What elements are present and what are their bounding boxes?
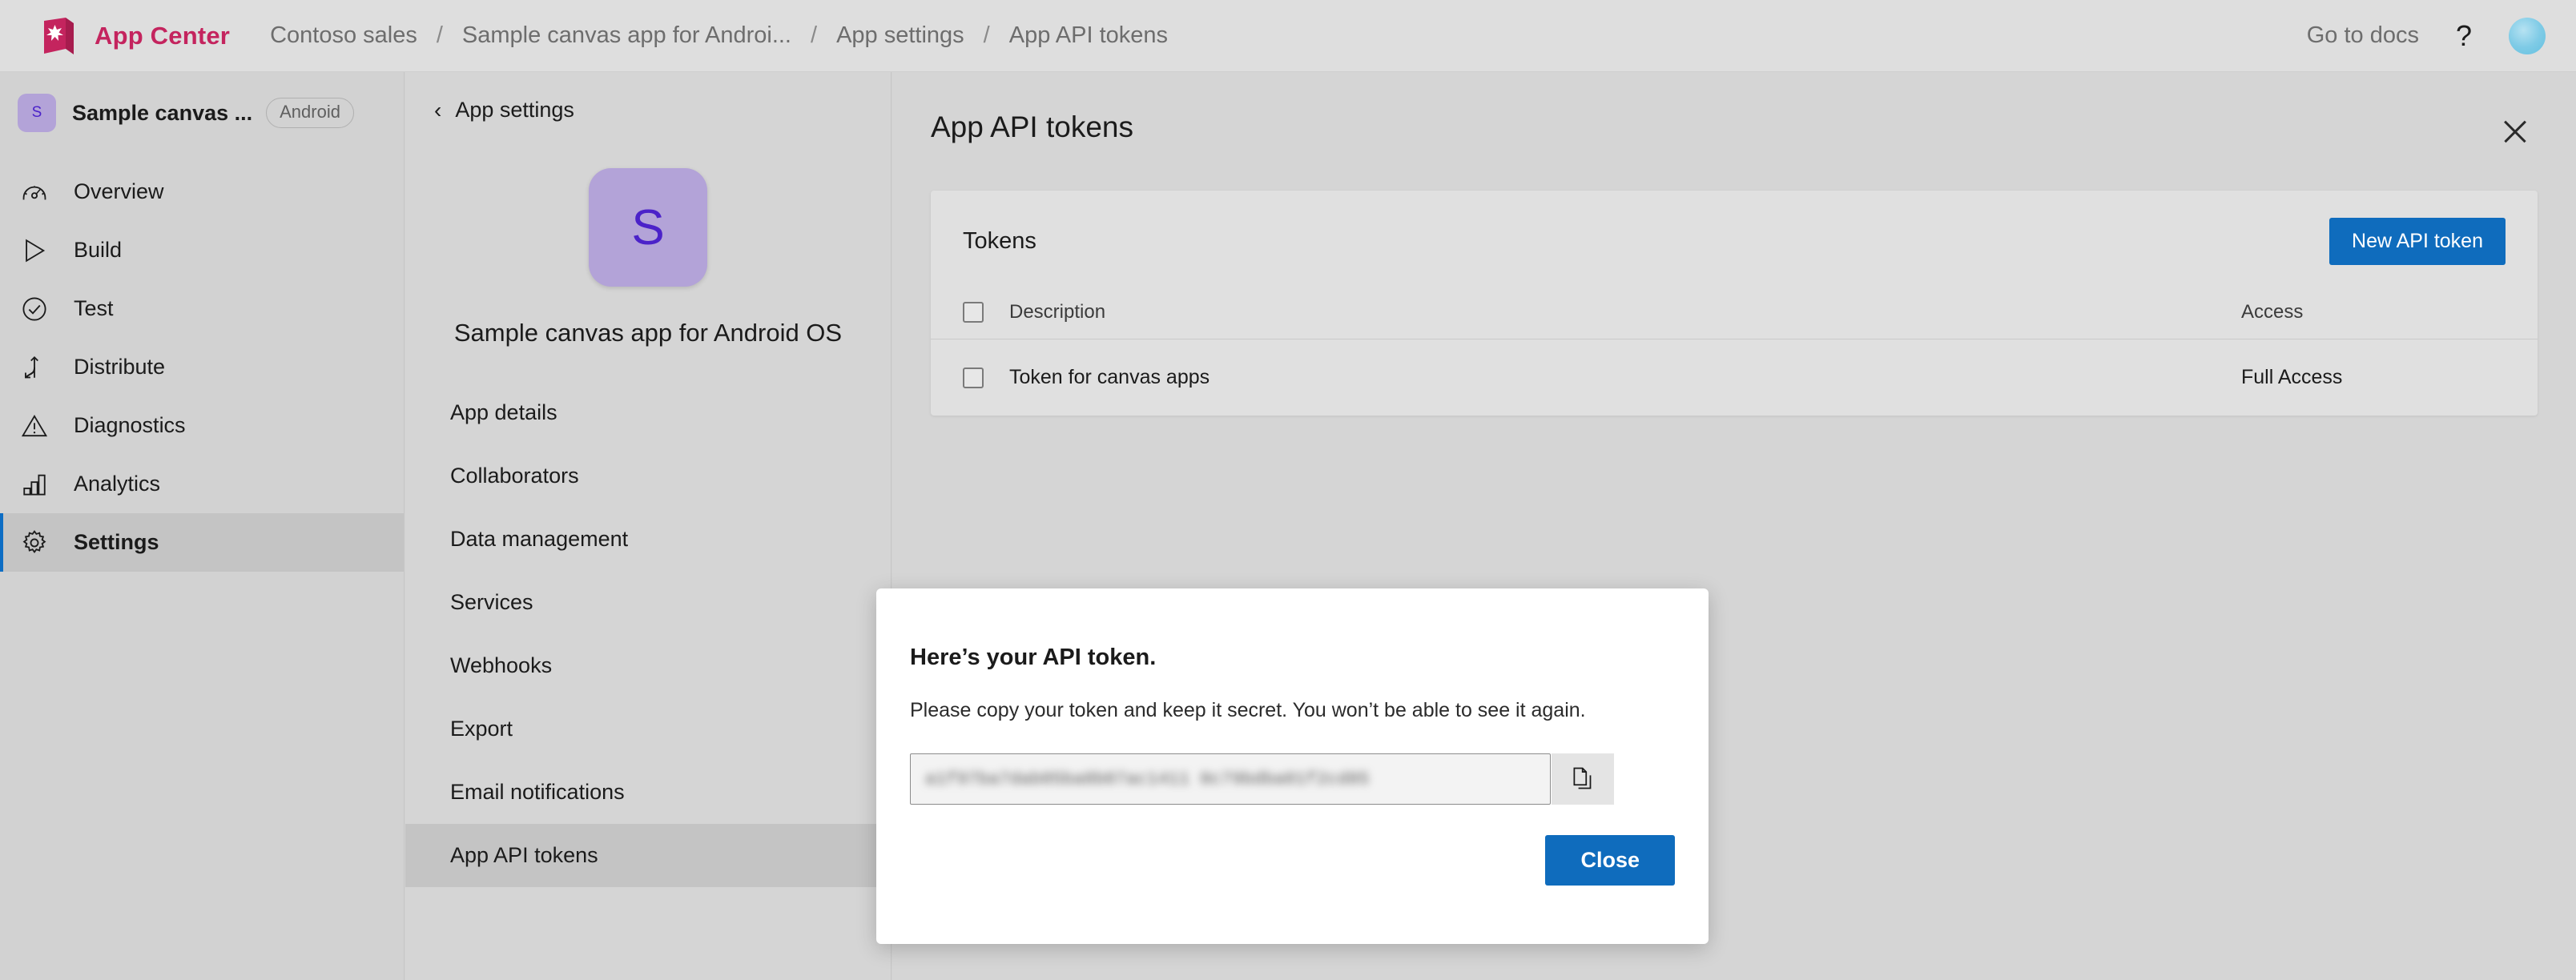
table-row[interactable]: Token for canvas apps Full Access bbox=[931, 339, 2538, 416]
bar-chart-icon bbox=[18, 471, 51, 498]
dialog-title: Here’s your API token. bbox=[910, 645, 1157, 670]
top-bar: App Center Contoso sales / Sample canvas… bbox=[0, 0, 2576, 72]
app-full-name: Sample canvas app for Android OS bbox=[453, 319, 843, 347]
platform-badge: Android bbox=[266, 98, 354, 128]
cell-access: Full Access bbox=[2241, 366, 2343, 388]
breadcrumb: Contoso sales / Sample canvas app for An… bbox=[268, 19, 1169, 52]
sidebar-item-label: Overview bbox=[74, 179, 164, 203]
settings-item-app-details[interactable]: App details bbox=[405, 381, 891, 444]
sidebar-item-diagnostics[interactable]: Diagnostics bbox=[0, 396, 404, 455]
column-header-access: Access bbox=[2241, 301, 2304, 323]
close-icon[interactable] bbox=[2496, 112, 2534, 151]
chevron-left-icon: ‹ bbox=[434, 97, 442, 122]
api-token-dialog: Here’s your API token. Please copy your … bbox=[876, 588, 1709, 944]
settings-item-email-notifications[interactable]: Email notifications bbox=[405, 761, 891, 824]
brand-area[interactable]: App Center bbox=[0, 17, 230, 55]
go-to-docs-link[interactable]: Go to docs bbox=[2307, 22, 2419, 49]
token-value: a1f97ba7dab05ba8b07ac1411 0c79bdba01f2cd… bbox=[925, 769, 1370, 789]
close-button[interactable]: Close bbox=[1545, 835, 1675, 886]
sidebar-nav: Overview Build Test Distribute Diagnosti… bbox=[0, 163, 404, 572]
copy-token-button[interactable] bbox=[1552, 753, 1614, 805]
settings-item-app-api-tokens[interactable]: App API tokens bbox=[405, 824, 891, 887]
tokens-card-header: Tokens New API token bbox=[931, 191, 2538, 286]
sidebar-item-label: Diagnostics bbox=[74, 413, 186, 437]
settings-item-data-management[interactable]: Data management bbox=[405, 508, 891, 571]
tokens-table-header: Description Access bbox=[931, 286, 2538, 339]
gear-icon bbox=[18, 529, 51, 556]
sidebar-item-distribute[interactable]: Distribute bbox=[0, 338, 404, 396]
top-bar-actions: Go to docs ? bbox=[2307, 17, 2576, 54]
breadcrumb-item-app[interactable]: Sample canvas app for Androi... bbox=[461, 19, 793, 52]
token-input[interactable]: a1f97ba7dab05ba8b07ac1411 0c79bdba01f2cd… bbox=[910, 753, 1551, 805]
settings-item-collaborators[interactable]: Collaborators bbox=[405, 444, 891, 508]
tokens-card: Tokens New API token Description Access … bbox=[931, 191, 2538, 416]
avatar[interactable] bbox=[2509, 17, 2546, 54]
sidebar-app-title: Sample canvas ... bbox=[72, 100, 253, 125]
sidebar-item-label: Distribute bbox=[74, 355, 166, 379]
settings-item-export[interactable]: Export bbox=[405, 697, 891, 761]
settings-item-webhooks[interactable]: Webhooks bbox=[405, 634, 891, 697]
warning-icon bbox=[18, 412, 51, 440]
distribute-icon bbox=[18, 354, 51, 381]
sidebar-app-header[interactable]: S Sample canvas ... Android bbox=[0, 72, 404, 132]
left-sidebar: S Sample canvas ... Android Overview Bui… bbox=[0, 72, 405, 980]
help-icon[interactable]: ? bbox=[2456, 21, 2472, 50]
select-all-checkbox[interactable] bbox=[963, 302, 984, 323]
sidebar-item-overview[interactable]: Overview bbox=[0, 163, 404, 221]
tokens-card-title: Tokens bbox=[963, 228, 1036, 254]
cell-description: Token for canvas apps bbox=[1009, 366, 1210, 388]
sidebar-item-label: Analytics bbox=[74, 472, 161, 496]
app-settings-panel: ‹ App settings S Sample canvas app for A… bbox=[405, 72, 892, 980]
back-label: App settings bbox=[455, 98, 574, 122]
breadcrumb-item-app-api-tokens[interactable]: App API tokens bbox=[1008, 19, 1169, 52]
check-circle-icon bbox=[18, 295, 51, 323]
app-center-logo-icon bbox=[42, 17, 77, 55]
sidebar-item-analytics[interactable]: Analytics bbox=[0, 455, 404, 513]
play-icon bbox=[18, 237, 51, 264]
app-settings-nav: App details Collaborators Data managemen… bbox=[405, 381, 891, 887]
sidebar-item-label: Settings bbox=[74, 530, 159, 554]
sidebar-item-test[interactable]: Test bbox=[0, 279, 404, 338]
brand-name: App Center bbox=[95, 21, 231, 50]
breadcrumb-item-org[interactable]: Contoso sales bbox=[268, 19, 419, 52]
copy-icon bbox=[1569, 765, 1596, 794]
row-checkbox[interactable] bbox=[963, 367, 984, 388]
breadcrumb-separator: / bbox=[811, 22, 818, 48]
dialog-subtitle: Please copy your token and keep it secre… bbox=[910, 699, 1586, 721]
column-header-description: Description bbox=[1009, 301, 1106, 323]
sidebar-item-label: Build bbox=[74, 238, 123, 262]
app-icon: S bbox=[18, 94, 56, 132]
sidebar-item-build[interactable]: Build bbox=[0, 221, 404, 279]
app-large-icon: S bbox=[589, 168, 707, 287]
sidebar-item-label: Test bbox=[74, 296, 114, 320]
dialog-actions: Close bbox=[910, 835, 1675, 886]
breadcrumb-item-app-settings[interactable]: App settings bbox=[835, 19, 966, 52]
back-to-app-settings[interactable]: ‹ App settings bbox=[405, 72, 891, 122]
gauge-icon bbox=[18, 179, 51, 206]
sidebar-item-settings[interactable]: Settings bbox=[0, 513, 404, 572]
main-header: App API tokens bbox=[892, 72, 2576, 151]
settings-item-services[interactable]: Services bbox=[405, 571, 891, 634]
token-row: a1f97ba7dab05ba8b07ac1411 0c79bdba01f2cd… bbox=[910, 753, 1675, 805]
new-api-token-button[interactable]: New API token bbox=[2329, 218, 2506, 265]
breadcrumb-separator: / bbox=[983, 22, 990, 48]
breadcrumb-separator: / bbox=[436, 22, 443, 48]
page-title: App API tokens bbox=[931, 110, 1134, 143]
